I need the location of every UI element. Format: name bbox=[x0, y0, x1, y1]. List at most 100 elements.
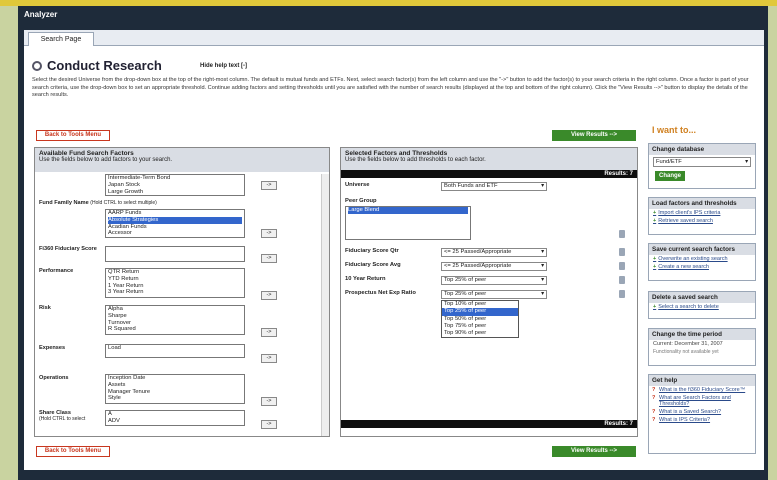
threshold-select[interactable]: <= 25 Passed/Appropriate ▾ bbox=[441, 262, 547, 271]
list-item[interactable]: Sharpe bbox=[108, 313, 242, 320]
page-title: Conduct Research bbox=[32, 58, 162, 73]
trash-icon[interactable] bbox=[619, 276, 625, 284]
operations-label: Operations bbox=[39, 375, 69, 381]
trash-icon[interactable] bbox=[619, 262, 625, 270]
results-count-top: Results: 7 bbox=[341, 170, 637, 178]
threshold-label: Prospectus Net Exp Ratio bbox=[345, 290, 416, 296]
available-factors-panel: Available Fund Search Factors Use the fi… bbox=[34, 147, 330, 437]
list-item[interactable]: A bbox=[108, 411, 242, 418]
list-item[interactable]: Turnover bbox=[108, 320, 242, 327]
universe-select[interactable]: Both Funds and ETF ▾ bbox=[441, 182, 547, 191]
overwrite-search-link[interactable]: + Overwrite an existing search bbox=[649, 255, 755, 263]
period-note: Functionality not available yet bbox=[653, 349, 719, 355]
risk-label: Risk bbox=[39, 305, 51, 311]
chevron-down-icon: ▾ bbox=[541, 249, 544, 255]
help-text: Select the desired Universe from the dro… bbox=[32, 77, 749, 98]
list-item[interactable]: Assets bbox=[108, 382, 242, 389]
dropdown-option[interactable]: Top 75% of peer bbox=[442, 323, 518, 330]
threshold-row: Fiduciary Score Avg <= 25 Passed/Appropr… bbox=[345, 262, 633, 272]
database-select[interactable]: Fund/ETF ▾ bbox=[653, 157, 751, 167]
list-item[interactable]: Japan Stock bbox=[108, 182, 242, 189]
list-item[interactable]: Inception Date bbox=[108, 375, 242, 382]
create-search-link[interactable]: + Create a new search bbox=[649, 263, 755, 271]
available-subtitle: Use the fields below to add factors to y… bbox=[39, 157, 173, 163]
list-item[interactable]: Absolute Strategies bbox=[108, 216, 242, 224]
add-performance-button[interactable]: -> bbox=[261, 291, 277, 300]
help-title: Get help bbox=[649, 375, 755, 386]
fund-family-label: Fund Family Name (Hold CTRL to select mu… bbox=[39, 200, 157, 206]
retrieve-search-link[interactable]: + Retrieve saved search bbox=[649, 217, 755, 225]
change-database-title: Change database bbox=[649, 144, 755, 155]
threshold-select-open[interactable]: Top 25% of peer ▾ bbox=[441, 290, 547, 299]
selected-title: Selected Factors and Thresholds bbox=[345, 150, 448, 157]
expenses-listbox[interactable]: Load bbox=[105, 344, 245, 358]
performance-label: Performance bbox=[39, 268, 74, 274]
list-item[interactable]: 3 Year Return bbox=[108, 289, 242, 296]
hide-help-link[interactable]: Hide help text [-] bbox=[200, 63, 247, 69]
add-fund-family-button[interactable]: -> bbox=[261, 229, 277, 238]
current-period: Current: December 31, 2007 bbox=[653, 341, 723, 347]
risk-listbox[interactable]: Alpha Sharpe Turnover R Squared bbox=[105, 305, 245, 335]
list-item[interactable]: ADV bbox=[108, 418, 242, 425]
list-item[interactable]: Load bbox=[108, 345, 242, 352]
add-share-class-button[interactable]: -> bbox=[261, 420, 277, 429]
add-operations-button[interactable]: -> bbox=[261, 397, 277, 406]
tab-search-page[interactable]: Search Page bbox=[28, 32, 94, 46]
list-item[interactable]: Intermediate-Term Bond bbox=[108, 175, 242, 182]
list-item[interactable]: YTD Return bbox=[108, 276, 242, 283]
fiduciary-score-label: Fi360 Fiduciary Score bbox=[39, 246, 97, 252]
add-expenses-button[interactable]: -> bbox=[261, 354, 277, 363]
performance-listbox[interactable]: QTR Return YTD Return 1 Year Return 3 Ye… bbox=[105, 268, 245, 298]
help-link[interactable]: ? What is IPS Criteria? bbox=[649, 416, 755, 424]
add-category-button[interactable]: -> bbox=[261, 181, 277, 190]
fund-family-listbox[interactable]: AARP Funds Absolute Strategies Acadian F… bbox=[105, 209, 245, 238]
import-ips-link[interactable]: + Import client's IPS criteria bbox=[649, 209, 755, 217]
trash-icon[interactable] bbox=[619, 230, 625, 238]
add-fiduciary-button[interactable]: -> bbox=[261, 254, 277, 263]
list-item[interactable]: Large Growth bbox=[108, 189, 242, 195]
select-delete-link[interactable]: + Select a search to delete bbox=[649, 303, 755, 311]
threshold-row: 10 Year Return Top 25% of peer ▾ bbox=[345, 276, 633, 286]
chevron-down-icon: ▾ bbox=[745, 159, 748, 165]
category-listbox[interactable]: Intermediate-Term Bond Japan Stock Large… bbox=[105, 174, 245, 196]
operations-listbox[interactable]: Inception Date Assets Manager Tenure Sty… bbox=[105, 374, 245, 404]
help-link[interactable]: ? What are Search Factors and Thresholds? bbox=[649, 394, 755, 408]
available-title: Available Fund Search Factors bbox=[39, 150, 134, 157]
share-class-listbox[interactable]: A ADV bbox=[105, 410, 245, 426]
list-item[interactable]: QTR Return bbox=[108, 269, 242, 276]
list-item[interactable]: Style bbox=[108, 395, 242, 402]
dropdown-option[interactable]: Top 90% of peer bbox=[442, 330, 518, 337]
expenses-label: Expenses bbox=[39, 345, 66, 351]
list-item[interactable]: Large Blend bbox=[348, 207, 468, 214]
chevron-down-icon: ▾ bbox=[541, 183, 544, 189]
fiduciary-score-box[interactable] bbox=[105, 246, 245, 262]
list-item[interactable]: Acadian Funds bbox=[108, 224, 242, 231]
help-link[interactable]: ? What is the fi360 Fiduciary Score™ bbox=[649, 386, 755, 394]
change-button[interactable]: Change bbox=[655, 171, 685, 181]
list-item[interactable]: AARP Funds bbox=[108, 210, 242, 217]
back-to-tools-button-top[interactable]: Back to Tools Menu bbox=[36, 130, 110, 141]
list-item[interactable]: Alpha bbox=[108, 306, 242, 313]
threshold-select[interactable]: Top 25% of peer ▾ bbox=[441, 276, 547, 285]
threshold-select[interactable]: <= 25 Passed/Appropriate ▾ bbox=[441, 248, 547, 257]
view-results-button-bottom[interactable]: View Results --> bbox=[552, 446, 636, 457]
list-item[interactable]: R Squared bbox=[108, 326, 242, 333]
trash-icon[interactable] bbox=[619, 248, 625, 256]
load-title: Load factors and thresholds bbox=[649, 198, 755, 209]
view-results-button-top[interactable]: View Results --> bbox=[552, 130, 636, 141]
back-to-tools-button-bottom[interactable]: Back to Tools Menu bbox=[36, 446, 110, 457]
tab-bar: Search Page bbox=[24, 30, 764, 46]
available-scrollbar[interactable] bbox=[321, 174, 329, 436]
dropdown-option[interactable]: Top 10% of peer bbox=[442, 301, 518, 308]
help-link[interactable]: ? What is a Saved Search? bbox=[649, 408, 755, 416]
add-risk-button[interactable]: -> bbox=[261, 328, 277, 337]
dropdown-option[interactable]: Top 50% of peer bbox=[442, 316, 518, 323]
peer-group-label: Peer Group bbox=[345, 198, 377, 204]
list-item[interactable]: Manager Tenure bbox=[108, 389, 242, 396]
threshold-dropdown-menu[interactable]: Top 10% of peer Top 25% of peer Top 50% … bbox=[441, 300, 519, 339]
dropdown-option[interactable]: Top 25% of peer bbox=[442, 308, 518, 316]
list-item[interactable]: 1 Year Return bbox=[108, 283, 242, 290]
peer-group-listbox[interactable]: Large Blend bbox=[345, 206, 471, 240]
list-item[interactable]: Accessor bbox=[108, 230, 242, 237]
trash-icon[interactable] bbox=[619, 290, 625, 298]
